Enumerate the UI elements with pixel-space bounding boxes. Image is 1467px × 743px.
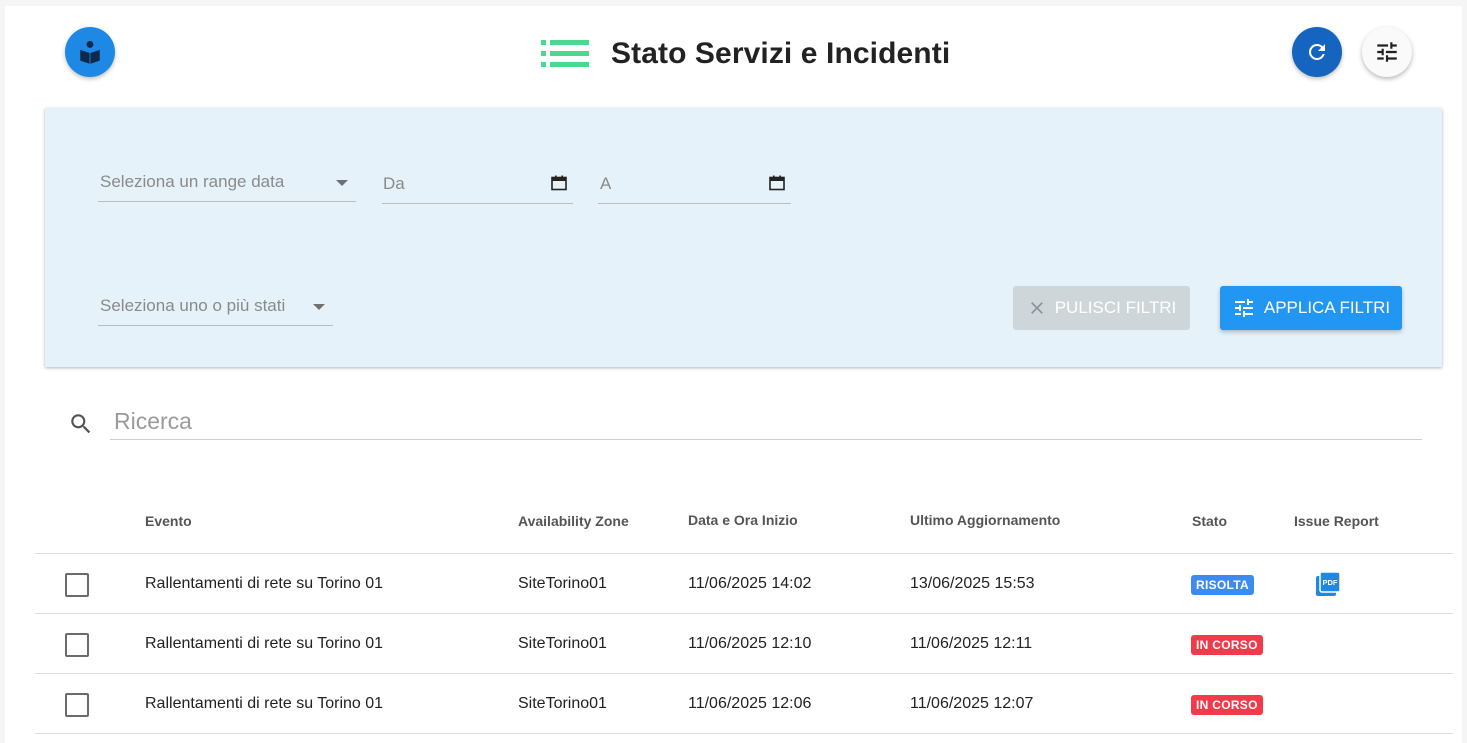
status-badge: RISOLTA bbox=[1191, 575, 1254, 595]
title-area: Stato Servizi e Incidenti bbox=[541, 34, 950, 74]
row-start: 11/06/2025 12:10 bbox=[688, 635, 812, 652]
row-updated: 11/06/2025 12:07 bbox=[910, 695, 1034, 712]
apply-filters-label: APPLICA FILTRI bbox=[1263, 298, 1391, 317]
status-badge: IN CORSO bbox=[1191, 635, 1263, 655]
date-from-placeholder: Da bbox=[383, 173, 405, 193]
column-header-evento[interactable]: Evento bbox=[145, 513, 192, 529]
column-header-start[interactable]: Data e Ora Inizio bbox=[688, 512, 798, 528]
table-row[interactable]: Rallentamenti di rete su Torino 01 SiteT… bbox=[35, 614, 1453, 674]
column-header-zone[interactable]: Availability Zone bbox=[518, 513, 629, 529]
refresh-icon bbox=[1308, 43, 1325, 60]
row-updated: 11/06/2025 12:11 bbox=[910, 635, 1033, 652]
pdf-icon[interactable]: PDF bbox=[1314, 570, 1342, 598]
apply-filters-button[interactable]: APPLICA FILTRI bbox=[1220, 286, 1402, 330]
status-multiselect[interactable]: Seleziona uno o più stati bbox=[98, 286, 333, 326]
row-evento: Rallentamenti di rete su Torino 01 bbox=[145, 695, 384, 712]
header: Stato Servizi e Incidenti bbox=[5, 6, 1462, 102]
tune-icon bbox=[1377, 42, 1397, 62]
table-row[interactable]: Rallentamenti di rete su Torino 01 SiteT… bbox=[35, 674, 1453, 734]
column-header-status[interactable]: Stato bbox=[1192, 513, 1227, 529]
column-header-updated[interactable]: Ultimo Aggiornamento bbox=[910, 512, 1060, 528]
page: Stato Servizi e Incidenti Seleziona un r… bbox=[5, 6, 1462, 743]
calendar-icon bbox=[551, 175, 567, 191]
logo-button[interactable] bbox=[65, 27, 115, 77]
refresh-button[interactable] bbox=[1292, 27, 1342, 77]
table-header: Evento Availability Zone Data e Ora Iniz… bbox=[35, 496, 1453, 554]
incidents-table: Evento Availability Zone Data e Ora Iniz… bbox=[35, 496, 1453, 734]
settings-tune-button[interactable] bbox=[1362, 27, 1412, 77]
search-icon bbox=[71, 414, 91, 434]
search-input[interactable] bbox=[110, 404, 1422, 440]
list-icon bbox=[541, 40, 589, 67]
column-header-report[interactable]: Issue Report bbox=[1294, 513, 1379, 529]
row-start: 11/06/2025 14:02 bbox=[688, 575, 812, 592]
row-checkbox[interactable] bbox=[65, 573, 89, 597]
row-start: 11/06/2025 12:06 bbox=[688, 695, 812, 712]
clear-filters-button[interactable]: PULISCI FILTRI bbox=[1013, 286, 1190, 330]
status-badge: IN CORSO bbox=[1191, 695, 1263, 715]
date-to-field[interactable]: A bbox=[598, 164, 791, 204]
date-range-select[interactable]: Seleziona un range data bbox=[98, 162, 356, 202]
row-checkbox[interactable] bbox=[65, 693, 89, 717]
row-evento: Rallentamenti di rete su Torino 01 bbox=[145, 575, 384, 592]
row-checkbox[interactable] bbox=[65, 633, 89, 657]
row-zone: SiteTorino01 bbox=[518, 635, 607, 652]
row-zone: SiteTorino01 bbox=[518, 695, 607, 712]
date-to-placeholder: A bbox=[600, 173, 612, 193]
clear-filters-label: PULISCI FILTRI bbox=[1054, 298, 1177, 317]
calendar-icon bbox=[769, 175, 785, 191]
book-reader-icon bbox=[80, 40, 100, 64]
date-from-field[interactable]: Da bbox=[382, 164, 573, 204]
row-updated: 13/06/2025 15:53 bbox=[910, 575, 1035, 592]
filters-panel: Seleziona un range data Da A Seleziona u… bbox=[45, 108, 1442, 367]
row-zone: SiteTorino01 bbox=[518, 575, 607, 592]
chevron-down-icon bbox=[313, 304, 325, 310]
table-row[interactable]: Rallentamenti di rete su Torino 01 SiteT… bbox=[35, 554, 1453, 614]
status-placeholder: Seleziona uno o più stati bbox=[100, 295, 286, 315]
date-range-placeholder: Seleziona un range data bbox=[100, 171, 285, 191]
page-title: Stato Servizi e Incidenti bbox=[611, 37, 951, 70]
svg-text:PDF: PDF bbox=[1323, 578, 1338, 587]
row-evento: Rallentamenti di rete su Torino 01 bbox=[145, 635, 384, 652]
tune-icon bbox=[1234, 299, 1253, 317]
chevron-down-icon bbox=[336, 180, 348, 186]
close-icon bbox=[1030, 302, 1043, 314]
